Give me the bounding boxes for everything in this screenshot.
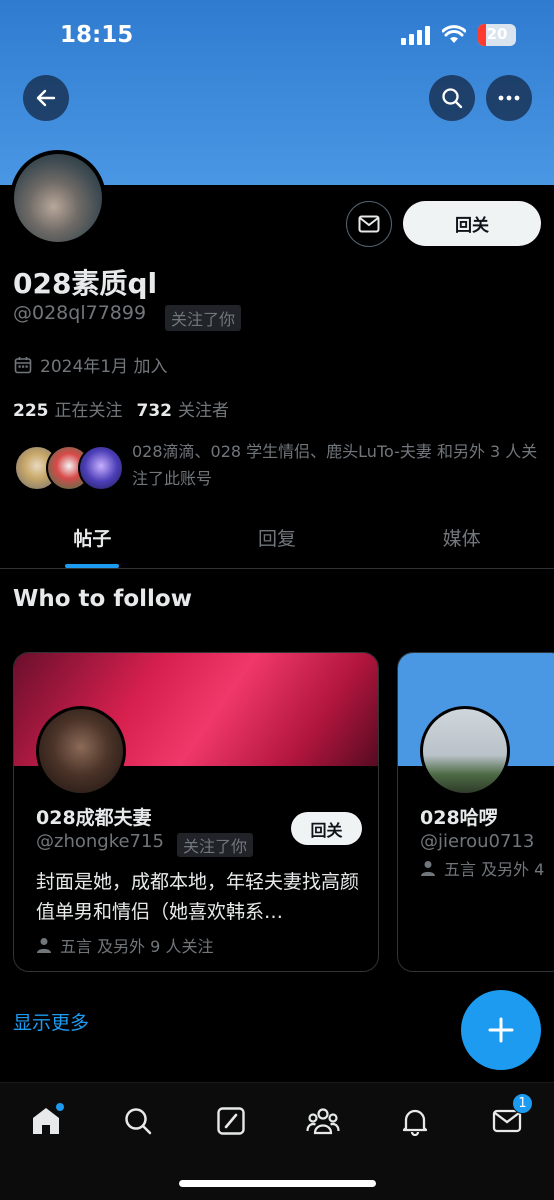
messages-badge: 1 xyxy=(512,1093,533,1114)
avatar[interactable] xyxy=(420,706,510,796)
suggestion-card[interactable]: 028成都夫妻 @zhongke715 关注了你 回关 封面是她，成都本地，年轻… xyxy=(13,652,379,972)
plus-icon xyxy=(488,1017,514,1043)
follows-you-badge: 关注了你 xyxy=(165,305,242,331)
followers-link[interactable]: 732 关注者 xyxy=(137,396,230,421)
calendar-icon xyxy=(14,356,32,373)
nav-grok[interactable] xyxy=(211,1101,251,1141)
card-bio: 封面是她，成都本地，年轻夫妻找高颜值单男和情侣（她喜欢韩系… xyxy=(36,871,360,923)
following-label: 正在关注 xyxy=(54,401,123,421)
message-button[interactable] xyxy=(346,201,392,247)
tab-media[interactable]: 媒体 xyxy=(369,512,554,568)
follow-stats: 225 正在关注 732 关注者 xyxy=(13,396,229,421)
home-indicator xyxy=(179,1180,376,1187)
battery-level: 20 xyxy=(486,25,508,43)
social-context-text: 五言 及另外 9 人关注 xyxy=(60,937,214,956)
follow-back-button[interactable]: 回关 xyxy=(403,201,541,246)
show-more-link[interactable]: 显示更多 xyxy=(13,1008,89,1035)
back-button[interactable] xyxy=(23,75,69,121)
nav-search[interactable] xyxy=(118,1101,158,1141)
follows-you-badge: 关注了你 xyxy=(177,833,254,857)
status-icons: 20 xyxy=(401,24,516,46)
nav-notifications[interactable] xyxy=(395,1101,435,1141)
card-handle: @jierou0713 xyxy=(420,831,535,852)
profile-name: 028素质ql xyxy=(13,267,158,300)
search-icon xyxy=(442,88,463,109)
status-time: 18:15 xyxy=(60,22,134,48)
join-date: 2024年1月 加入 xyxy=(40,357,168,377)
tab-replies[interactable]: 回复 xyxy=(185,512,370,568)
followers-label: 关注者 xyxy=(178,401,229,421)
social-context: 五言 及另外 4 xyxy=(420,856,544,880)
mail-icon xyxy=(358,215,380,233)
grok-icon xyxy=(217,1107,245,1135)
profile-tabs: 帖子 回复 媒体 xyxy=(0,512,554,569)
who-to-follow-title: Who to follow xyxy=(13,586,192,612)
more-options-button[interactable] xyxy=(486,75,532,121)
card-name: 028哈啰 xyxy=(420,807,498,829)
cellular-signal-icon xyxy=(401,25,430,45)
followers-count: 732 xyxy=(136,401,173,421)
social-context-text: 五言 及另外 4 xyxy=(444,860,545,879)
arrow-left-icon xyxy=(36,89,56,107)
profile-handle: @028ql77899 xyxy=(13,302,147,324)
battery-icon: 20 xyxy=(478,24,516,46)
join-date-row: 2024年1月 加入 xyxy=(14,352,167,377)
social-context: 五言 及另外 9 人关注 xyxy=(36,933,213,957)
person-icon xyxy=(37,938,51,953)
avatar xyxy=(78,445,124,491)
notifications-icon xyxy=(402,1109,428,1136)
follow-back-button[interactable]: 回关 xyxy=(291,812,362,845)
tab-posts[interactable]: 帖子 xyxy=(0,512,185,568)
mutual-followers-avatars[interactable] xyxy=(14,445,124,493)
communities-icon xyxy=(306,1108,340,1135)
nav-communities[interactable] xyxy=(303,1101,343,1141)
compose-button[interactable] xyxy=(461,990,541,1070)
following-count: 225 xyxy=(13,401,49,421)
person-icon xyxy=(421,861,435,876)
unread-dot xyxy=(56,1103,64,1111)
avatar[interactable] xyxy=(36,706,126,796)
card-name: 028成都夫妻 xyxy=(36,807,152,829)
following-link[interactable]: 225 正在关注 xyxy=(13,396,123,421)
nav-home[interactable] xyxy=(26,1101,66,1141)
profile-avatar[interactable] xyxy=(10,150,106,246)
suggestion-card[interactable]: 028哈啰 @jierou0713 五言 及另外 4 xyxy=(397,652,554,972)
search-button[interactable] xyxy=(429,75,475,121)
nav-messages[interactable]: 1 xyxy=(487,1093,533,1141)
wifi-icon xyxy=(442,25,466,43)
more-horizontal-icon xyxy=(498,95,520,101)
mutual-followers-text[interactable]: 028滴滴、028 学生情侣、鹿头LuTo-夫妻 和另外 3 人关注了此账号 xyxy=(132,438,542,492)
search-icon xyxy=(125,1108,152,1135)
card-handle: @zhongke715 xyxy=(36,831,164,852)
